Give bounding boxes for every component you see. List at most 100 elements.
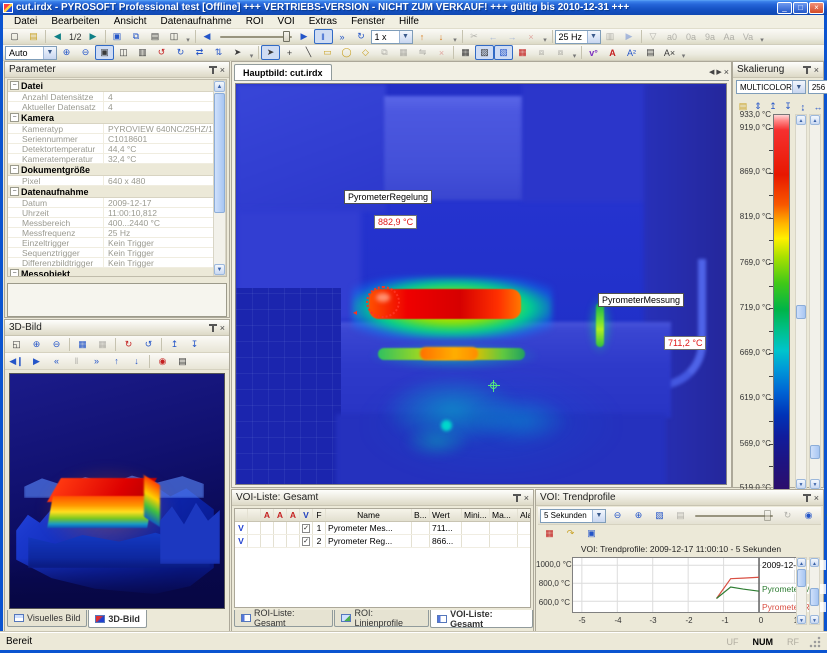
param-row[interactable]: Datum2009-12-17 (8, 198, 226, 208)
collapse-icon[interactable]: − (10, 187, 19, 196)
alarm-column-icon[interactable]: A (261, 509, 274, 521)
repeat-button[interactable]: ↻ (352, 29, 371, 44)
frequency-combo[interactable]: 25 Hz▼ (555, 30, 601, 44)
palette-combo[interactable]: MULTICOLOR▼ (736, 80, 806, 94)
new-document-button[interactable]: ▢ (5, 29, 24, 44)
slider-thumb[interactable] (283, 31, 290, 42)
thermal-image[interactable]: ◂ PyrometerRege (235, 83, 727, 485)
view3d-viewport[interactable] (9, 373, 225, 609)
frame-up-button[interactable]: ↑ (107, 354, 126, 369)
roi-line-button[interactable]: ╲ (299, 45, 318, 60)
open-document-button[interactable]: ▤ (24, 29, 43, 44)
trigger-button[interactable]: ▽ (644, 29, 663, 44)
alarm-ack-button[interactable]: 9a (701, 29, 720, 44)
forward-3d-button[interactable]: » (87, 354, 106, 369)
snapshot-button[interactable]: ▤ (173, 354, 192, 369)
menu-hilfe[interactable]: Hilfe (392, 16, 426, 27)
param-row[interactable]: KameratypPYROVIEW 640NC/25HZ/17 X13 (8, 124, 226, 134)
menu-bearbeiten[interactable]: Bearbeiten (44, 16, 106, 27)
scale-settings-button[interactable]: ▦ (540, 526, 559, 541)
tab-scroll-left-icon[interactable]: ◀ (709, 68, 714, 76)
flip-vertical-button[interactable]: ⇅ (209, 45, 228, 60)
roi-point-button[interactable]: + (280, 45, 299, 60)
menu-extras[interactable]: Extras (302, 16, 344, 27)
voi-row[interactable]: V ✓ 2 Pyrometer Reg... 866... (235, 535, 530, 548)
voi-row[interactable]: V ✓ 1 Pyrometer Mes... 711... (235, 522, 530, 535)
roi-copy-button[interactable]: ⧉ (375, 45, 394, 60)
alarm-off-button[interactable]: 0a (682, 29, 701, 44)
param-row[interactable]: Messbereich400...2440 °C (8, 218, 226, 228)
scale-shrink-button[interactable]: ↔ (811, 99, 825, 114)
roi-paste-button[interactable]: ▦ (394, 45, 413, 60)
collapse-icon[interactable]: − (10, 81, 19, 90)
rotate-cw-button[interactable]: ↻ (119, 337, 138, 352)
scale-expand-button[interactable]: ↨ (796, 99, 810, 114)
toolbar-overflow-icon[interactable]: ▾ (541, 29, 550, 44)
fast-forward-button[interactable]: » (333, 29, 352, 44)
import-data-button[interactable]: ⇥ (820, 508, 827, 523)
scrollbar-thumb[interactable] (797, 569, 806, 587)
param-section[interactable]: −Datenaufnahme (8, 186, 226, 198)
label-size-button[interactable]: A² (622, 45, 641, 60)
header-ma[interactable]: Ma... (490, 509, 518, 521)
pin-icon[interactable] (209, 324, 217, 332)
toolbar-overflow-icon[interactable]: ▾ (758, 29, 767, 44)
alarm-column-icon[interactable]: A (287, 509, 300, 521)
grid-on-button[interactable]: ▦ (73, 337, 92, 352)
toolbar-overflow-icon[interactable]: ▾ (570, 45, 579, 60)
label-image-button[interactable]: ▤ (641, 45, 660, 60)
scroll-down-icon[interactable]: ▼ (810, 479, 820, 489)
speed-combo[interactable]: 1 x▼ (371, 30, 413, 44)
scrollbar-thumb[interactable] (214, 93, 225, 213)
zoom-out-button[interactable]: ⊖ (76, 45, 95, 60)
toolbar-overflow-icon[interactable]: ▾ (184, 29, 193, 44)
interval-combo[interactable]: 5 Sekunden▼ (540, 509, 606, 523)
param-section[interactable]: −Dokumentgröße (8, 164, 226, 176)
menu-ansicht[interactable]: Ansicht (107, 16, 154, 27)
show-cursor-button[interactable]: ◉ (799, 508, 818, 523)
live-image-button[interactable]: ▥ (601, 29, 620, 44)
pin-icon[interactable] (803, 494, 811, 502)
menu-voi[interactable]: VOI (270, 16, 301, 27)
param-row[interactable]: Uhrzeit11:00:10,812 (8, 208, 226, 218)
roi-delete-button[interactable]: × (432, 45, 451, 60)
roi-alarm-button[interactable]: ▦ (513, 45, 532, 60)
flip-horizontal-button[interactable]: ⇄ (190, 45, 209, 60)
toolbar-overflow-icon[interactable]: ▾ (247, 45, 256, 60)
maximize-button[interactable]: □ (793, 2, 808, 14)
time-slider[interactable] (695, 509, 773, 522)
histogram-button[interactable]: ▥ (133, 45, 152, 60)
step-back-button[interactable]: ◀ (198, 29, 217, 44)
refresh-button[interactable]: ↻ (778, 508, 797, 523)
trend-scrollbar-1[interactable]: ▲ ▼ (796, 557, 807, 625)
close-icon[interactable]: × (220, 66, 225, 74)
alarm-column-icon[interactable]: A (274, 509, 287, 521)
curve-settings-button[interactable]: ↷ (561, 526, 580, 541)
menu-datenaufnahme[interactable]: Datenaufnahme (154, 16, 239, 27)
print-preview-button[interactable]: ◫ (165, 29, 184, 44)
play-3d-button[interactable]: ▶ (27, 354, 46, 369)
tab-roi-linienprofile[interactable]: ROI: Linienprofile (334, 610, 429, 627)
chevron-down-icon[interactable]: ▼ (792, 81, 805, 93)
levels-combo[interactable]: 256▼ (808, 80, 827, 94)
speed-up-button[interactable]: ↑ (413, 29, 432, 44)
fit-window-button[interactable]: ▣ (95, 45, 114, 60)
first-frame-button[interactable]: ◀❙ (7, 354, 26, 369)
chevron-down-icon[interactable]: ▼ (43, 47, 56, 59)
roi-rectangle-button[interactable]: ▭ (318, 45, 337, 60)
scroll-up-icon[interactable]: ▲ (797, 558, 806, 567)
scroll-up-icon[interactable]: ▲ (214, 81, 225, 92)
voi-visible-checkbox[interactable]: ✓ (302, 537, 310, 546)
minimize-button[interactable]: _ (777, 2, 792, 14)
pointer-button[interactable]: ➤ (228, 45, 247, 60)
menu-fenster[interactable]: Fenster (344, 16, 392, 27)
roi-ellipse-button[interactable]: ◯ (337, 45, 356, 60)
header-alar[interactable]: Alar... (518, 509, 531, 521)
pin-icon[interactable] (803, 66, 811, 74)
pin-icon[interactable] (209, 66, 217, 74)
grid-off-button[interactable]: ▦ (93, 337, 112, 352)
voi-alarm-button[interactable]: Va (739, 29, 758, 44)
previous-dataset-button[interactable]: ◀ (48, 29, 67, 44)
chevron-down-icon[interactable]: ▼ (399, 31, 412, 43)
roi-show-values-button[interactable]: ▧ (494, 45, 513, 60)
